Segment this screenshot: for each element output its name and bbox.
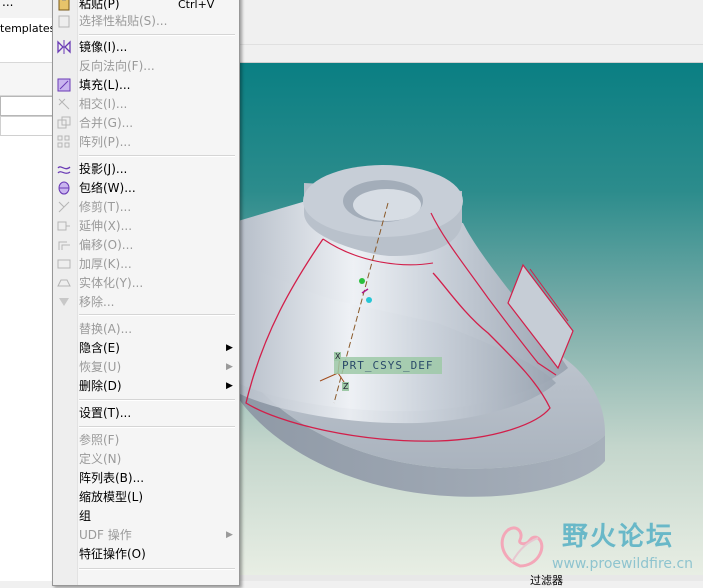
paste-special-icon — [57, 14, 73, 29]
watermark-url: www.proewildfire.cn — [552, 556, 694, 572]
menu-item-wrap[interactable]: 包络(W)... — [53, 179, 239, 198]
submenu-arrow-icon: ▶ — [226, 381, 233, 391]
menu-item-extend[interactable]: 延伸(X)... — [53, 217, 239, 236]
menu-item-references[interactable]: 参照(F) — [53, 431, 239, 450]
mirror-icon — [57, 40, 73, 55]
thicken-icon — [57, 257, 73, 272]
panel-input[interactable] — [0, 96, 60, 116]
solidify-icon — [57, 276, 73, 291]
menu-item-remove[interactable]: 移除... — [53, 293, 239, 312]
menu-item-offset[interactable]: 偏移(O)... — [53, 236, 239, 255]
menu-item-group[interactable]: 组 — [53, 507, 239, 526]
submenu-arrow-icon: ▶ — [226, 362, 233, 372]
menu-item-replace[interactable]: 替换(A)... — [53, 320, 239, 339]
menu-item-pattern[interactable]: 阵列(P)... — [53, 133, 239, 152]
paste-icon — [57, 0, 73, 12]
menu-item-define[interactable]: 定义(N) — [53, 450, 239, 469]
working-directory-path: templates\ — [0, 22, 60, 35]
toolbar-area — [238, 0, 703, 63]
graphics-viewport[interactable]: PRT_CSYS_DEF X Z — [238, 63, 703, 575]
watermark-title: 野火论坛 — [562, 522, 675, 552]
context-menu: 粘贴(P) Ctrl+V 选择性粘贴(S)... 镜像(I)... 反向法向(F… — [52, 0, 240, 586]
menu-item-feature-operations[interactable]: 特征操作(O) — [53, 545, 239, 564]
menu-item-intersect[interactable]: 相交(I)... — [53, 95, 239, 114]
menu-item-setup[interactable]: 设置(T)... — [53, 404, 239, 423]
menu-item-suppress[interactable]: 隐含(E) ▶ — [53, 339, 239, 358]
menu-item-resume[interactable]: 恢复(U) ▶ — [53, 358, 239, 377]
model-tree-panel: ... templates\ — [0, 0, 60, 581]
offset-icon — [57, 238, 73, 253]
axis-x-label: X — [334, 352, 342, 361]
watermark: 野火论坛 www.proewildfire.cn — [490, 514, 700, 576]
remove-icon — [57, 295, 73, 310]
panel-dots: ... — [2, 0, 14, 9]
menu-item-trim[interactable]: 修剪(T)... — [53, 198, 239, 217]
menu-item-scale-model[interactable]: 缩放模型(L) — [53, 488, 239, 507]
submenu-arrow-icon: ▶ — [226, 530, 233, 540]
menu-item-project[interactable]: 投影(J)... — [53, 160, 239, 179]
project-icon — [57, 162, 73, 177]
wrap-icon — [57, 181, 73, 196]
fill-icon — [57, 78, 73, 93]
extend-icon — [57, 219, 73, 234]
trim-icon — [57, 200, 73, 215]
menu-item-fill[interactable]: 填充(L)... — [53, 76, 239, 95]
menu-item-reverse-normal[interactable]: 反向法向(F)... — [53, 57, 239, 76]
model-graphic — [238, 165, 606, 497]
menu-item-pattern-table[interactable]: 阵列表(B)... — [53, 469, 239, 488]
menu-item-solidify[interactable]: 实体化(Y)... — [53, 274, 239, 293]
panel-input-2[interactable] — [0, 116, 60, 136]
merge-icon — [57, 116, 73, 131]
menu-item-paste-special[interactable]: 选择性粘贴(S)... — [53, 12, 239, 31]
axis-z-label: Z — [342, 382, 350, 391]
menu-item-udf-operations[interactable]: UDF 操作 ▶ — [53, 526, 239, 545]
submenu-arrow-icon: ▶ — [226, 343, 233, 353]
menu-item-mirror[interactable]: 镜像(I)... — [53, 38, 239, 57]
pattern-icon — [57, 135, 73, 150]
menu-item-delete[interactable]: 删除(D) ▶ — [53, 377, 239, 396]
forum-logo-icon — [500, 526, 544, 568]
menu-item-thicken[interactable]: 加厚(K)... — [53, 255, 239, 274]
panel-toolbar — [0, 62, 60, 96]
csys-label: PRT_CSYS_DEF — [342, 359, 434, 372]
menu-item-merge[interactable]: 合并(G)... — [53, 114, 239, 133]
intersect-icon — [57, 97, 73, 112]
